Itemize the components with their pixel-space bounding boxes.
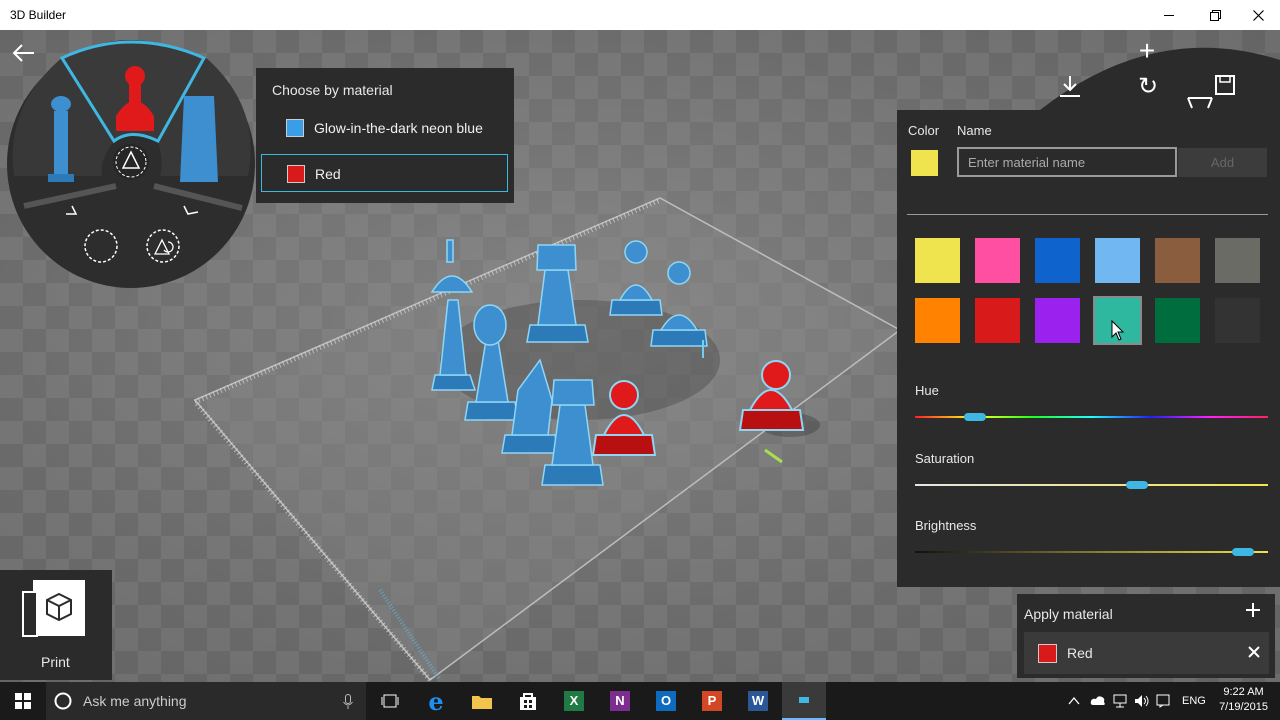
name-label: Name: [957, 123, 992, 138]
network-icon[interactable]: [1112, 694, 1128, 708]
volume-icon[interactable]: [1134, 694, 1150, 708]
color-label: Color: [908, 123, 940, 138]
taskbar-clock[interactable]: 9:22 AM 7/19/2015: [1219, 685, 1268, 715]
color-swatch[interactable]: [1155, 238, 1200, 283]
store-bag-icon: [520, 693, 536, 710]
input-language[interactable]: ENG: [1182, 695, 1206, 707]
save-icon[interactable]: [1214, 74, 1236, 96]
start-button[interactable]: [0, 682, 46, 720]
blue-rook-icon: [180, 96, 218, 182]
restore-button[interactable]: [1192, 0, 1238, 30]
rotate-icon[interactable]: ↻: [1135, 74, 1161, 100]
saturation-label: Saturation: [915, 451, 975, 466]
word-icon: W: [748, 691, 768, 711]
microphone-icon[interactable]: [343, 694, 353, 710]
taskbar-onenote[interactable]: N: [598, 682, 642, 720]
hue-slider-thumb[interactable]: [964, 413, 986, 421]
window-title: 3D Builder: [10, 8, 67, 22]
color-swatch[interactable]: [1095, 238, 1140, 283]
taskbar-edge[interactable]: e: [414, 682, 458, 720]
search-placeholder: Ask me anything: [83, 693, 187, 709]
taskbar-powerpoint[interactable]: P: [690, 682, 734, 720]
taskbar-file-explorer[interactable]: [460, 682, 504, 720]
applied-material-row[interactable]: Red: [1024, 632, 1269, 674]
print-3d-icon: [22, 580, 85, 637]
show-hidden-icons[interactable]: [1068, 696, 1080, 706]
material-item-red[interactable]: Red: [261, 154, 508, 192]
add-material-button[interactable]: Add: [1178, 148, 1267, 177]
task-view-icon: [381, 694, 399, 708]
current-color-swatch[interactable]: [911, 150, 938, 176]
color-swatch[interactable]: [1215, 298, 1260, 343]
applied-material-name: Red: [1067, 645, 1093, 661]
brightness-slider[interactable]: [915, 545, 1268, 559]
saturation-slider[interactable]: [915, 478, 1268, 492]
material-swatch: [287, 165, 305, 183]
taskbar-word[interactable]: W: [736, 682, 780, 720]
color-swatch[interactable]: [975, 298, 1020, 343]
taskbar-outlook[interactable]: O: [644, 682, 688, 720]
title-bar: 3D Builder: [0, 0, 1280, 30]
action-center-icon[interactable]: [1156, 694, 1170, 708]
scale-icon[interactable]: [1186, 96, 1214, 110]
material-item-neon-blue[interactable]: Glow-in-the-dark neon blue: [261, 109, 508, 147]
3d-builder-icon: [799, 697, 809, 703]
excel-icon: X: [564, 691, 584, 711]
apply-material-title: Apply material: [1024, 606, 1113, 622]
taskbar: Ask me anything e X N O P W ENG 9:22 AM …: [0, 682, 1280, 720]
onenote-icon: N: [610, 691, 630, 711]
color-swatch[interactable]: [915, 238, 960, 283]
taskbar-3d-builder[interactable]: [782, 682, 826, 720]
powerpoint-icon: P: [702, 691, 722, 711]
print-button[interactable]: Print: [0, 570, 112, 680]
hue-label: Hue: [915, 383, 939, 398]
task-view-button[interactable]: [368, 682, 412, 720]
edge-icon: e: [428, 686, 444, 716]
divider: [907, 214, 1268, 215]
selection-wheel[interactable]: [4, 36, 258, 294]
material-name-input[interactable]: [957, 147, 1177, 177]
windows-icon: [15, 693, 31, 709]
material-item-label: Red: [315, 166, 341, 182]
material-swatch: [286, 119, 304, 137]
cortana-search-box[interactable]: Ask me anything: [46, 682, 366, 720]
material-panel: Choose by material Glow-in-the-dark neon…: [256, 68, 514, 203]
clock-time: 9:22 AM: [1223, 686, 1264, 698]
cortana-icon: [54, 692, 72, 710]
close-button[interactable]: [1235, 0, 1280, 30]
minimize-icon: [1164, 14, 1174, 16]
folder-icon: [472, 695, 492, 709]
color-swatch[interactable]: [1155, 298, 1200, 343]
taskbar-excel[interactable]: X: [552, 682, 596, 720]
restore-icon: [1209, 9, 1221, 21]
material-panel-header: Choose by material: [272, 82, 393, 98]
color-swatch[interactable]: [1035, 238, 1080, 283]
color-swatch[interactable]: [1215, 238, 1260, 283]
minimize-button[interactable]: [1146, 0, 1192, 30]
mouse-cursor-icon: [1111, 320, 1125, 341]
apply-material-panel: Apply material Red: [1017, 594, 1275, 678]
color-swatch[interactable]: [1035, 298, 1080, 343]
material-item-label: Glow-in-the-dark neon blue: [314, 120, 483, 136]
remove-icon[interactable]: [1247, 645, 1261, 659]
drop-object-icon[interactable]: [1056, 72, 1084, 100]
taskbar-store[interactable]: [506, 682, 550, 720]
print-label: Print: [41, 654, 70, 670]
brightness-label: Brightness: [915, 518, 977, 533]
color-swatch-grid: [915, 238, 1269, 345]
material-swatch: [1038, 644, 1057, 663]
color-swatch[interactable]: [975, 238, 1020, 283]
saturation-slider-thumb[interactable]: [1126, 481, 1149, 489]
brightness-slider-thumb[interactable]: [1232, 548, 1255, 556]
color-swatch[interactable]: [915, 298, 960, 343]
color-panel: Color Name Add Hue Saturation Brightness: [897, 110, 1280, 587]
add-icon[interactable]: +: [1133, 37, 1161, 66]
onedrive-icon[interactable]: [1090, 694, 1106, 706]
close-icon: [1252, 9, 1264, 21]
clock-date: 7/19/2015: [1219, 701, 1268, 713]
outlook-icon: O: [656, 691, 676, 711]
add-icon[interactable]: [1245, 602, 1261, 618]
hue-slider[interactable]: [915, 410, 1268, 424]
